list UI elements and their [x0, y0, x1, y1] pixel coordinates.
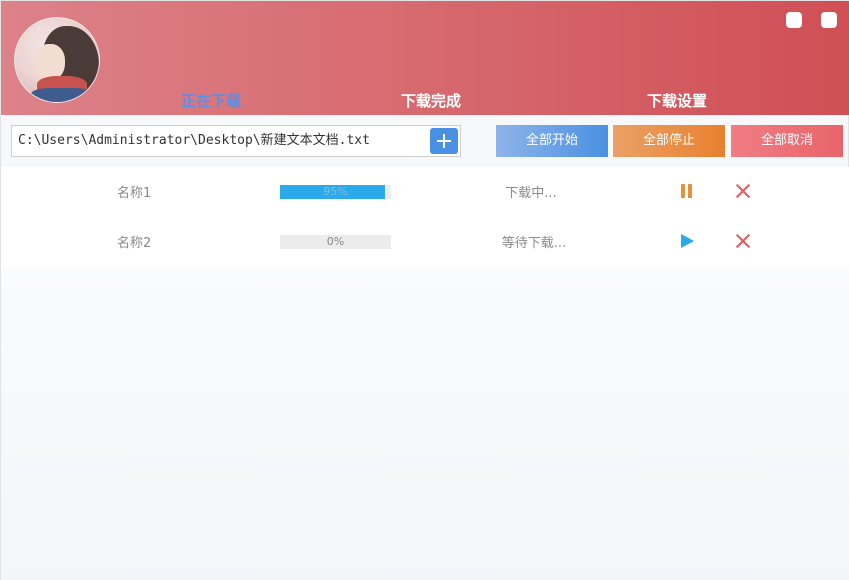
tab-settings[interactable]: 下载设置: [647, 90, 707, 112]
empty-list-area: [1, 267, 849, 580]
path-field: C:\Users\Administrator\Desktop\新建文本文档.tx…: [11, 125, 461, 157]
start-all-button[interactable]: 全部开始: [496, 125, 608, 157]
close-icon[interactable]: [734, 182, 752, 200]
progress-bar: 95%: [280, 185, 391, 199]
play-icon[interactable]: [680, 232, 698, 250]
close-icon[interactable]: [734, 232, 752, 250]
path-input[interactable]: C:\Users\Administrator\Desktop\新建文本文档.tx…: [12, 126, 424, 156]
progress-label: 0%: [326, 235, 345, 248]
minimize-button[interactable]: [786, 12, 802, 28]
download-manager-window: 正在下载 下载完成 下载设置 C:\Users\Administrator\De…: [0, 0, 849, 580]
download-name: 名称1: [117, 186, 152, 201]
tab-downloading[interactable]: 正在下载: [181, 90, 241, 112]
download-status: 下载中...: [505, 186, 557, 201]
avatar[interactable]: [14, 17, 100, 103]
download-name: 名称2: [117, 236, 152, 251]
tab-completed[interactable]: 下载完成: [401, 90, 461, 112]
add-button[interactable]: [430, 128, 458, 154]
download-row: 名称2 0% 等待下载...: [1, 217, 849, 267]
close-window-button[interactable]: [821, 12, 837, 28]
cancel-all-button[interactable]: 全部取消: [731, 125, 843, 157]
progress-bar: 0%: [280, 235, 391, 249]
pause-icon[interactable]: [678, 182, 696, 200]
avatar-coat: [31, 88, 93, 102]
header: 正在下载 下载完成 下载设置: [1, 1, 849, 115]
avatar-face: [35, 44, 65, 80]
download-status: 等待下载...: [501, 236, 567, 251]
progress-label: 95%: [323, 185, 348, 198]
download-row: 名称1 95% 下载中...: [1, 167, 849, 217]
stop-all-button[interactable]: 全部停止: [613, 125, 725, 157]
